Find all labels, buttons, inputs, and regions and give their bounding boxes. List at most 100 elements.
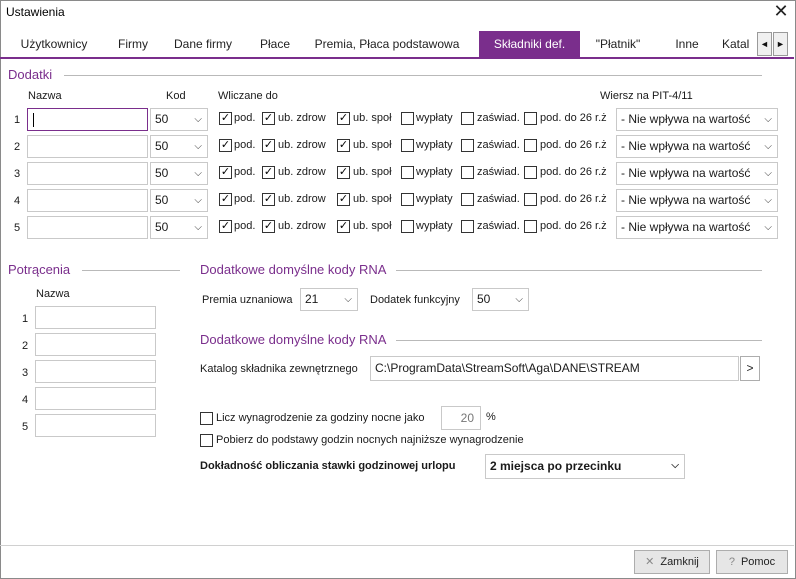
checkbox-pod[interactable]: ✓ [219, 193, 232, 206]
kod-select[interactable]: 50 ⌵ [150, 108, 208, 131]
checkbox-spol[interactable]: ✓ [337, 166, 350, 179]
row-number: 1 [22, 313, 29, 325]
kod-select[interactable]: 50 ⌵ [150, 189, 208, 212]
row-number: 5 [14, 222, 21, 234]
checkbox-pod[interactable]: ✓ [219, 220, 232, 233]
col-kod-label: Kod [166, 90, 186, 102]
checkbox-wyplaty[interactable] [401, 112, 414, 125]
premia-value: 21 [305, 292, 319, 306]
tab-premia[interactable]: Premia, Płaca podstawowa [306, 31, 468, 58]
tab-uzytkownicy[interactable]: Użytkownicy [8, 31, 100, 58]
kod-select[interactable]: 50 ⌵ [150, 216, 208, 239]
nocne-unit: % [486, 411, 496, 423]
row-number: 4 [14, 195, 21, 207]
checkbox-pod[interactable]: ✓ [219, 166, 232, 179]
help-button[interactable]: ? Pomoc [716, 550, 788, 574]
pit-select[interactable]: - Nie wpływa na wartość ⌵ [616, 108, 778, 131]
checkbox-zaswiad[interactable] [461, 220, 474, 233]
pit-value: - Nie wpływa na wartość [621, 112, 751, 126]
browse-button[interactable]: > [740, 356, 760, 381]
potracenie-name-input[interactable] [35, 414, 156, 437]
dokladnosc-select[interactable]: 2 miejsca po przecinku ⌵ [485, 454, 685, 479]
katalog-input[interactable]: C:\ProgramData\StreamSoft\Aga\DANE\STREA… [370, 356, 739, 381]
dodatki-divider [64, 75, 762, 76]
tab-platnik[interactable]: "Płatnik" [584, 31, 652, 58]
checkbox-spol[interactable]: ✓ [337, 220, 350, 233]
checkbox-label-pod26: pod. do 26 r.ż [540, 166, 607, 178]
dodatek-name-input[interactable] [27, 162, 148, 185]
dodatek-name-input[interactable] [27, 108, 148, 131]
potracenie-name-input[interactable] [35, 333, 156, 356]
checkbox-label-spol: ub. społ [353, 166, 392, 178]
chevron-down-icon: ⌵ [515, 294, 523, 305]
checkbox-label-zdrow: ub. zdrow [278, 112, 326, 124]
checkbox-wyplaty[interactable] [401, 139, 414, 152]
checkbox-label-pod: pod. [234, 166, 256, 178]
help-button-label: Pomoc [740, 556, 776, 568]
tab-place[interactable]: Płace [246, 31, 304, 58]
checkbox-zaswiad[interactable] [461, 166, 474, 179]
rna1-title: Dodatkowe domyślne kody RNA [200, 262, 387, 277]
checkbox-zdrow[interactable]: ✓ [262, 166, 275, 179]
tab-skladniki-def[interactable]: Składniki def. [479, 31, 580, 58]
checkbox-pod26[interactable] [524, 166, 537, 179]
checkbox-zdrow[interactable]: ✓ [262, 112, 275, 125]
checkbox-zdrow[interactable]: ✓ [262, 220, 275, 233]
tab-scroll-left-icon[interactable]: ◄ [757, 32, 772, 56]
tab-scroll-right-icon[interactable]: ► [773, 32, 788, 56]
premia-select[interactable]: 21 ⌵ [300, 288, 358, 311]
checkbox-pod26[interactable] [524, 139, 537, 152]
potracenie-name-input[interactable] [35, 360, 156, 383]
checkbox-pod26[interactable] [524, 220, 537, 233]
checkbox-zaswiad[interactable] [461, 112, 474, 125]
pit-value: - Nie wpływa na wartość [621, 220, 751, 234]
checkbox-spol[interactable]: ✓ [337, 112, 350, 125]
dodatek-name-input[interactable] [27, 216, 148, 239]
checkbox-wyplaty[interactable] [401, 193, 414, 206]
checkbox-label-zaswiad: zaświad. [477, 112, 520, 124]
pit-select[interactable]: - Nie wpływa na wartość ⌵ [616, 135, 778, 158]
tab-firmy[interactable]: Firmy [104, 31, 162, 58]
close-button[interactable]: ✕ Zamknij [634, 550, 710, 574]
tab-bar: Użytkownicy Firmy Dane firmy Płace Premi… [0, 31, 794, 59]
dodatek-select[interactable]: 50 ⌵ [472, 288, 529, 311]
kod-value: 50 [155, 166, 169, 180]
checkbox-pod[interactable]: ✓ [219, 112, 232, 125]
checkbox-wyplaty[interactable] [401, 166, 414, 179]
checkbox-spol[interactable]: ✓ [337, 193, 350, 206]
pit-select[interactable]: - Nie wpływa na wartość ⌵ [616, 216, 778, 239]
row-number: 2 [22, 340, 29, 352]
kod-select[interactable]: 50 ⌵ [150, 162, 208, 185]
checkbox-wyplaty[interactable] [401, 220, 414, 233]
checkbox-spol[interactable]: ✓ [337, 139, 350, 152]
pobierz-checkbox[interactable] [200, 434, 213, 447]
checkbox-label-pod26: pod. do 26 r.ż [540, 139, 607, 151]
dodatek-name-input[interactable] [27, 135, 148, 158]
tab-dane-firmy[interactable]: Dane firmy [166, 31, 240, 58]
checkbox-label-wyplaty: wypłaty [416, 112, 453, 124]
kod-value: 50 [155, 193, 169, 207]
checkbox-pod26[interactable] [524, 112, 537, 125]
tab-katalogi[interactable]: Katal [722, 31, 756, 58]
nocne-checkbox[interactable] [200, 412, 213, 425]
dodatek-name-input[interactable] [27, 189, 148, 212]
potracenie-name-input[interactable] [35, 387, 156, 410]
pit-select[interactable]: - Nie wpływa na wartość ⌵ [616, 189, 778, 212]
nocne-percent-input[interactable]: 20 [441, 406, 481, 430]
col-wiersz-label: Wiersz na PIT-4/11 [600, 90, 693, 102]
checkbox-label-pod26: pod. do 26 r.ż [540, 112, 607, 124]
row-number: 3 [14, 168, 21, 180]
checkbox-zaswiad[interactable] [461, 193, 474, 206]
tab-inne[interactable]: Inne [664, 31, 710, 58]
close-icon[interactable]: ✕ [772, 2, 790, 22]
checkbox-zdrow[interactable]: ✓ [262, 193, 275, 206]
checkbox-zdrow[interactable]: ✓ [262, 139, 275, 152]
checkbox-zaswiad[interactable] [461, 139, 474, 152]
kod-select[interactable]: 50 ⌵ [150, 135, 208, 158]
chevron-down-icon: ⌵ [764, 190, 772, 211]
pit-select[interactable]: - Nie wpływa na wartość ⌵ [616, 162, 778, 185]
checkbox-pod[interactable]: ✓ [219, 139, 232, 152]
potracenie-name-input[interactable] [35, 306, 156, 329]
checkbox-pod26[interactable] [524, 193, 537, 206]
rna1-divider [396, 270, 762, 271]
